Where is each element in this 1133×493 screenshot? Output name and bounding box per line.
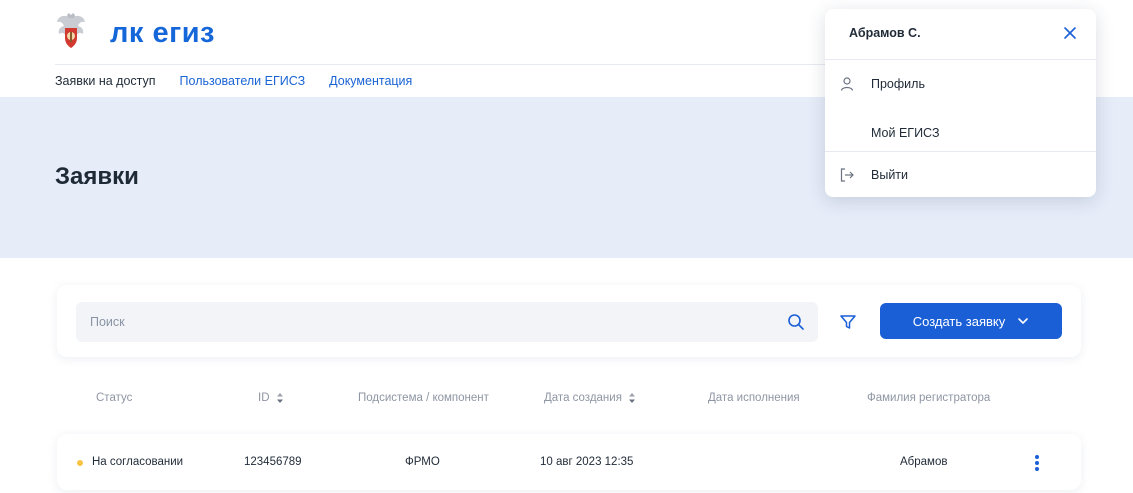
create-request-label: Создать заявку [912, 313, 1006, 329]
page-title: Заявки [55, 163, 139, 190]
column-header-created[interactable]: Дата создания [544, 392, 636, 404]
table-row[interactable]: На согласовании 123456789 ФРМО 10 авг 20… [57, 434, 1081, 490]
logout-icon [840, 168, 854, 182]
more-actions-icon[interactable] [1033, 452, 1041, 474]
column-label: Фамилия регистратора [867, 392, 991, 404]
nav-item-documentation[interactable]: Документация [329, 74, 412, 88]
column-label: ID [258, 392, 270, 404]
id-cell: 123456789 [244, 456, 302, 468]
page: лк егиз Заявки на доступ Пользователи ЕГ… [0, 0, 1133, 493]
search-icon[interactable] [787, 313, 805, 331]
filter-icon[interactable] [839, 313, 857, 331]
status-indicator [77, 460, 83, 466]
nav-item-users[interactable]: Пользователи ЕГИСЗ [180, 74, 306, 88]
menu-item-label: Мой ЕГИСЗ [871, 126, 940, 140]
menu-item-my-egisz[interactable]: Мой ЕГИСЗ [825, 113, 1096, 153]
column-label: Дата исполнения [708, 392, 800, 404]
created-cell: 10 авг 2023 12:35 [540, 456, 634, 468]
menu-item-label: Выйти [871, 168, 909, 182]
nav-divider [55, 64, 835, 65]
coat-of-arms-logo [57, 13, 85, 48]
toolbar-card: Создать заявку [57, 285, 1081, 357]
subsystem-cell: ФРМО [405, 456, 440, 468]
search-input[interactable] [76, 302, 818, 342]
menu-item-profile[interactable]: Профиль [825, 64, 1096, 104]
nav-item-access-requests[interactable]: Заявки на доступ [55, 74, 156, 88]
menu-divider [825, 59, 1096, 60]
chevron-down-icon [1018, 318, 1029, 324]
sort-icon[interactable] [628, 392, 636, 404]
column-header-subsystem: Подсистема / компонент [358, 392, 489, 404]
person-icon [840, 77, 854, 91]
column-label: Дата создания [544, 392, 622, 404]
sort-icon[interactable] [276, 392, 284, 404]
menu-item-label: Профиль [871, 77, 925, 91]
column-label: Статус [96, 392, 133, 404]
user-name: Абрамов С. [849, 26, 921, 40]
column-header-executed: Дата исполнения [708, 392, 800, 404]
column-header-registrar: Фамилия регистратора [867, 392, 990, 404]
column-header-status: Статус [96, 392, 132, 404]
create-request-button[interactable]: Создать заявку [880, 303, 1062, 339]
menu-item-logout[interactable]: Выйти [825, 155, 1096, 195]
user-menu: Абрамов С. Профиль Мой ЕГИСЗ Выйти [825, 9, 1096, 197]
top-nav: Заявки на доступ Пользователи ЕГИСЗ Доку… [55, 74, 412, 88]
column-label: Подсистема / компонент [358, 392, 489, 404]
registrar-cell: Абрамов [900, 456, 948, 468]
column-header-id[interactable]: ID [258, 392, 284, 404]
status-cell: На согласовании [92, 456, 184, 468]
close-icon[interactable] [1062, 25, 1078, 41]
brand-title[interactable]: лк егиз [110, 17, 215, 50]
menu-divider [825, 151, 1096, 152]
